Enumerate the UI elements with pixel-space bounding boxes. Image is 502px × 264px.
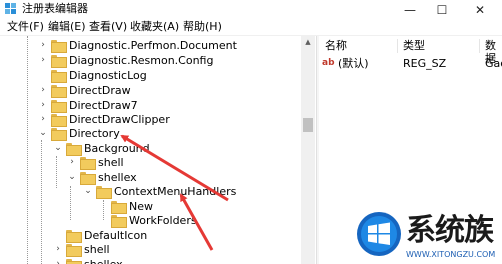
title-bar: 注册表编辑器 — ☐ ✕ [0,0,502,19]
tree-item-label: shell [98,155,124,169]
expand-icon [38,70,48,80]
folder-icon [51,113,67,127]
tree-item[interactable]: › DirectDraw [38,82,131,98]
tree-item-label: DirectDrawClipper [69,112,170,126]
folder-icon [51,127,67,141]
tree-guide-line [56,156,57,188]
folder-icon [80,171,96,185]
windows-logo-icon [357,212,401,256]
tree-item[interactable]: › shell [53,241,110,257]
folder-icon [51,69,67,83]
menu-bar: 文件(F) 编辑(E) 查看(V) 收藏夹(A) 帮助(H) [0,19,502,36]
folder-icon [111,214,127,228]
value-name: (默认) [338,57,369,70]
tree-item-label: DiagnosticLog [69,68,147,82]
minimize-button[interactable]: — [392,0,428,19]
value-row[interactable]: ab (默认) REG_SZ Gac [319,56,502,72]
tree-item-label: New [129,199,153,213]
folder-icon [96,185,112,199]
close-button[interactable]: ✕ [462,0,498,19]
ab-string-icon: ab [322,58,335,68]
tree-item[interactable]: DiagnosticLog [38,67,147,83]
watermark: 系统族 WWW.XITONGZU.COM [356,211,502,264]
folder-icon [80,156,96,170]
tree-item-label: shellex [84,257,123,264]
tree-item[interactable]: › shellex [53,256,123,264]
menu-view[interactable]: 查看(V) [89,20,127,34]
folder-icon [66,142,82,156]
tree-item-label: Directory [69,126,120,140]
tree-item-label: shell [84,242,110,256]
column-divider[interactable] [397,39,398,53]
tree-item-label: Diagnostic.Resmon.Config [69,53,214,67]
maximize-button[interactable]: ☐ [424,0,460,19]
registry-editor-icon [5,3,16,14]
value-data: Gac [485,57,502,70]
tree-item-label: ContextMenuHandlers [114,184,237,198]
folder-icon [66,243,82,257]
menu-favorites[interactable]: 收藏夹(A) [130,20,179,34]
tree-scrollbar[interactable]: ▲ [301,36,315,264]
scroll-thumb[interactable] [303,118,313,132]
expand-icon[interactable]: › [38,55,48,65]
collapse-icon[interactable]: ⌄ [67,172,77,182]
collapse-icon[interactable]: ⌄ [53,143,63,153]
menu-file[interactable]: 文件(F) [7,20,44,34]
key-tree[interactable]: › Diagnostic.Perfmon.Document › Diagnost… [0,36,316,264]
expand-icon[interactable]: › [67,157,77,167]
menu-help[interactable]: 帮助(H) [183,20,222,34]
expand-icon[interactable]: › [38,85,48,95]
tree-item-label: WorkFolders [129,213,197,227]
tree-item-label: shellex [98,170,137,184]
tree-item-label: DirectDraw7 [69,98,138,112]
tree-item-directory[interactable]: ⌄ Directory [38,125,120,141]
watermark-text: 系统族 [406,213,494,248]
tree-item-contextmenuhandlers[interactable]: ⌄ ContextMenuHandlers [83,183,236,199]
tree-item-workfolders[interactable]: WorkFolders [111,212,197,228]
tree-guide-line [70,186,71,220]
tree-guide-line [103,200,104,220]
folder-icon [51,84,67,98]
folder-icon [51,39,67,53]
folder-icon [111,200,127,214]
tree-guide-line [41,140,42,264]
menu-edit[interactable]: 编辑(E) [48,20,86,34]
folder-icon [66,258,82,264]
expand-icon[interactable]: › [53,244,63,254]
tree-item[interactable]: › Diagnostic.Perfmon.Document [38,37,237,53]
value-type: REG_SZ [403,57,447,70]
folder-icon [66,229,82,243]
folder-icon [51,54,67,68]
expand-icon[interactable]: › [38,100,48,110]
collapse-icon[interactable]: ⌄ [38,128,48,138]
scroll-up-arrow-icon[interactable]: ▲ [301,36,315,48]
tree-item-label: Diagnostic.Perfmon.Document [69,38,237,52]
tree-item-label: Background [84,141,150,155]
watermark-url: WWW.XITONGZU.COM [406,250,496,259]
tree-item[interactable]: › shell [67,154,124,170]
tree-item-label: DirectDraw [69,83,131,97]
folder-icon [51,99,67,113]
tree-guide-line [27,36,28,264]
tree-item-label: DefaultIcon [84,228,148,242]
column-divider[interactable] [479,39,480,53]
expand-icon[interactable]: › [53,259,63,264]
expand-icon[interactable]: › [38,40,48,50]
tree-item[interactable]: › Diagnostic.Resmon.Config [38,52,213,68]
collapse-icon[interactable]: ⌄ [83,186,93,196]
expand-icon[interactable]: › [38,114,48,124]
window-title: 注册表编辑器 [22,2,88,15]
column-header-name[interactable]: 名称 [325,39,347,52]
expand-icon [53,230,63,240]
column-header-type[interactable]: 类型 [403,39,425,52]
